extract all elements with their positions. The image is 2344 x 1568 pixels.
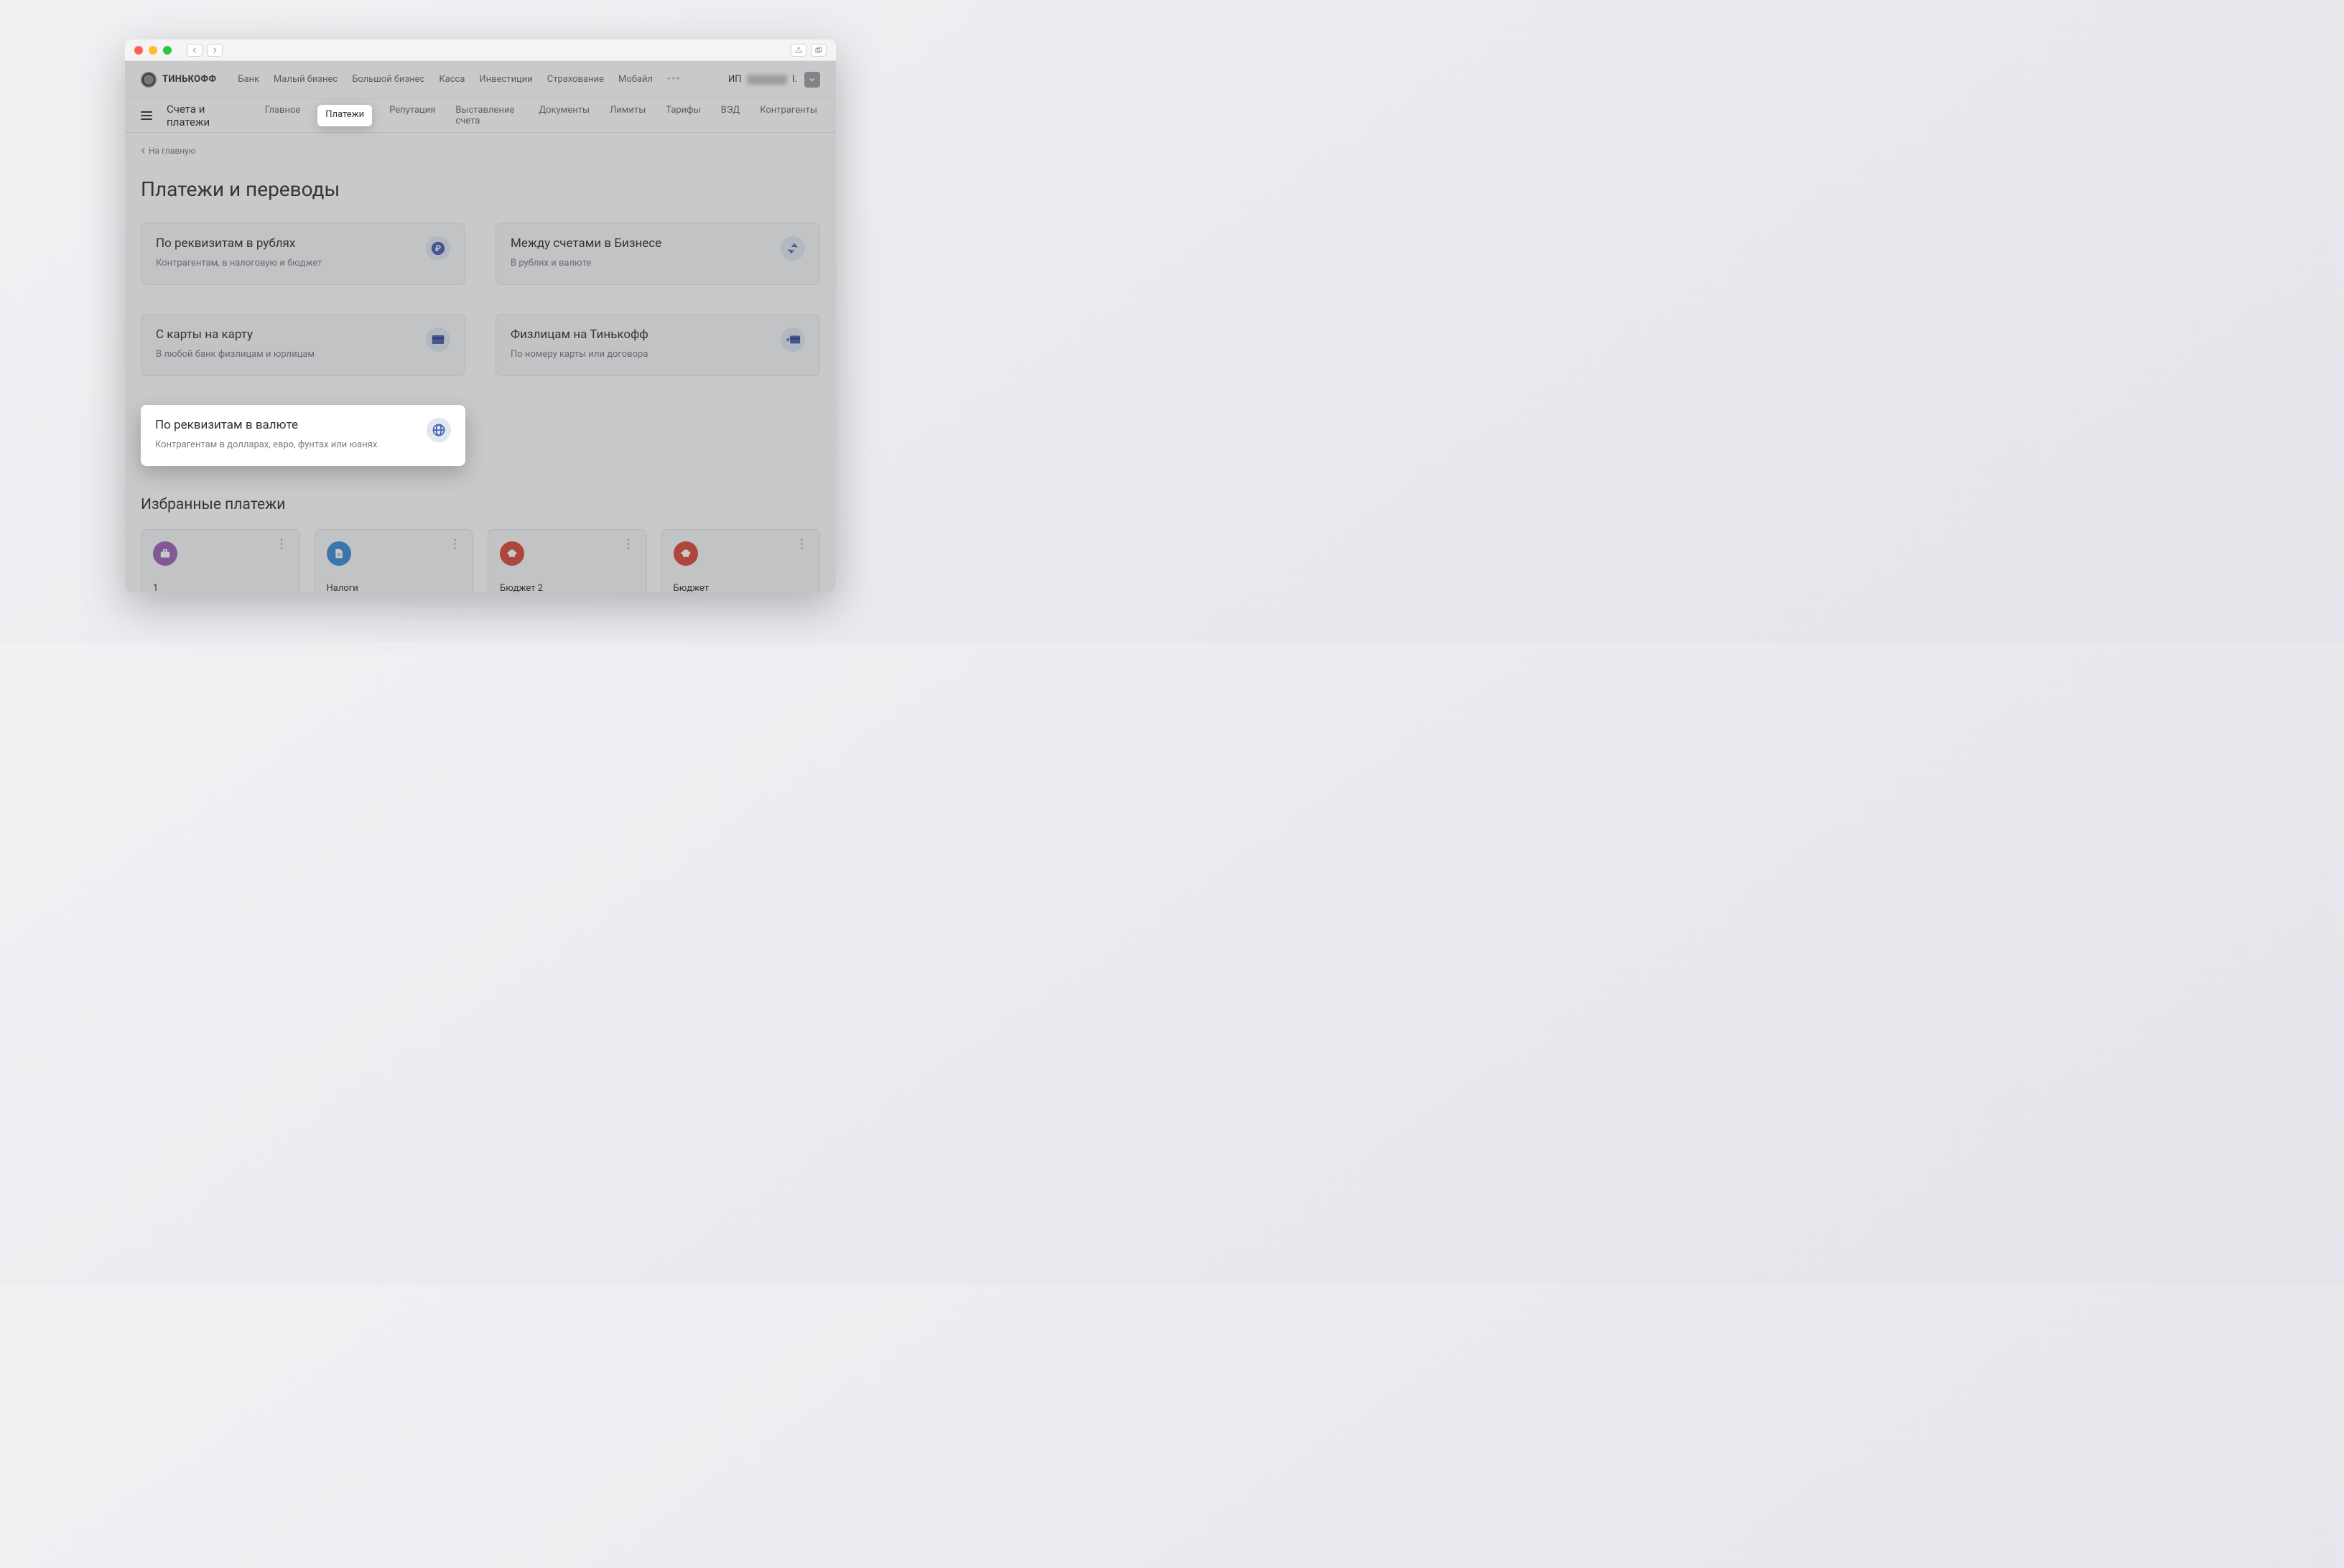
sub-nav-title: Счета и платежи: [167, 103, 248, 129]
top-nav-items: Банк Малый бизнес Большой бизнес Касса И…: [238, 74, 681, 85]
kebab-icon[interactable]: ⋮: [623, 541, 635, 548]
sub-nav: Счета и платежи Главное Платежи Репутаци…: [125, 98, 836, 133]
tile-title: По реквизитам в валюте: [155, 418, 415, 432]
tile-subtitle: В любой банк физлицам и юрлицам: [156, 349, 414, 360]
window-titlebar: [125, 39, 836, 61]
traffic-lights: [134, 46, 172, 55]
top-nav-item[interactable]: Инвестиции: [479, 74, 532, 85]
favorite-card[interactable]: ⋮ Бюджет 2: [488, 529, 647, 592]
top-nav: ТИНЬКОФФ Банк Малый бизнес Большой бизне…: [125, 61, 836, 98]
tab-reputation[interactable]: Репутация: [386, 105, 438, 126]
brand-name: ТИНЬКОФФ: [162, 74, 216, 85]
favorite-label: Бюджет: [674, 583, 809, 592]
sub-nav-items: Главное Платежи Репутация Выставление сч…: [262, 105, 820, 126]
top-nav-item[interactable]: Касса: [439, 74, 465, 85]
tile-subtitle: По номеру карты или договора: [511, 349, 769, 360]
emblem-icon: [500, 541, 524, 566]
back-button[interactable]: [187, 44, 203, 57]
tile-title: Между счетами в Бизнесе: [511, 236, 769, 251]
top-nav-item[interactable]: Малый бизнес: [274, 74, 338, 85]
card-arrow-icon: [781, 327, 805, 352]
tile-title: По реквизитам в рублях: [156, 236, 414, 251]
tab-documents[interactable]: Документы: [536, 105, 592, 126]
ruble-icon: ₽: [426, 236, 450, 261]
tile-subtitle: Контрагентам в долларах, евро, фунтах ил…: [155, 439, 415, 450]
favorite-card[interactable]: ⋮ Налоги: [315, 529, 474, 592]
briefcase-icon: [153, 541, 177, 566]
transfer-icon: [781, 236, 805, 261]
tile-individuals-tinkoff[interactable]: Физлицам на Тинькофф По номеру карты или…: [496, 314, 820, 376]
tile-foreign-currency[interactable]: По реквизитам в валюте Контрагентам в до…: [141, 405, 465, 466]
share-button[interactable]: [791, 44, 806, 57]
forward-button[interactable]: [207, 44, 223, 57]
tab-payments[interactable]: Платежи: [317, 105, 372, 126]
tile-title: С карты на карту: [156, 327, 414, 342]
tile-title: Физлицам на Тинькофф: [511, 327, 769, 342]
user-label: ИП I.: [728, 74, 797, 85]
tab-tariffs[interactable]: Тарифы: [663, 105, 703, 126]
tab-limits[interactable]: Лимиты: [607, 105, 648, 126]
brand-logo-icon: [141, 72, 157, 88]
emblem-icon: [674, 541, 698, 566]
maximize-window-button[interactable]: [163, 46, 172, 55]
favorites-heading: Избранные платежи: [141, 496, 820, 513]
kebab-icon[interactable]: ⋮: [276, 541, 288, 548]
favorites-grid: ⋮ 1 ⋮ Налоги: [141, 529, 820, 592]
top-nav-item[interactable]: Страхование: [547, 74, 604, 85]
document-icon: [327, 541, 351, 566]
more-icon[interactable]: •••: [667, 74, 681, 85]
browser-window: ТИНЬКОФФ Банк Малый бизнес Большой бизне…: [125, 39, 836, 592]
minimize-window-button[interactable]: [149, 46, 157, 55]
tab-ved[interactable]: ВЭД: [718, 105, 743, 126]
history-nav: [187, 44, 223, 57]
titlebar-right: [791, 44, 827, 57]
payment-tiles: По реквизитам в рублях Контрагентам, в н…: [141, 223, 820, 466]
globe-icon: [427, 418, 451, 442]
tile-card-to-card[interactable]: С карты на карту В любой банк физлицам и…: [141, 314, 465, 376]
top-nav-item[interactable]: Банк: [238, 74, 259, 85]
kebab-icon[interactable]: ⋮: [449, 541, 461, 548]
page-title: Платежи и переводы: [141, 177, 820, 201]
hamburger-icon[interactable]: [141, 111, 152, 120]
favorite-label: Налоги: [327, 583, 462, 592]
main-content: На главную Платежи и переводы По реквизи…: [125, 133, 836, 592]
tile-rubles[interactable]: По реквизитам в рублях Контрагентам, в н…: [141, 223, 465, 285]
tab-main[interactable]: Главное: [262, 105, 304, 126]
tab-invoice[interactable]: Выставление счета: [452, 105, 521, 126]
favorite-label: 1: [153, 583, 288, 592]
user-block[interactable]: ИП I.: [728, 72, 820, 88]
favorite-card[interactable]: ⋮ 1: [141, 529, 300, 592]
chevron-left-icon: [141, 147, 146, 154]
app-content: ТИНЬКОФФ Банк Малый бизнес Большой бизне…: [125, 61, 836, 592]
svg-text:₽: ₽: [435, 243, 441, 253]
tile-between-accounts[interactable]: Между счетами в Бизнесе В рублях и валют…: [496, 223, 820, 285]
tab-counterparties[interactable]: Контрагенты: [757, 105, 820, 126]
user-name-blurred: [747, 75, 787, 85]
close-window-button[interactable]: [134, 46, 143, 55]
card-icon: [426, 327, 450, 352]
tile-subtitle: В рублях и валюте: [511, 258, 769, 269]
top-nav-item[interactable]: Большой бизнес: [352, 74, 424, 85]
top-nav-item[interactable]: Мобайл: [618, 74, 653, 85]
breadcrumb[interactable]: На главную: [141, 146, 820, 156]
brand[interactable]: ТИНЬКОФФ: [141, 72, 216, 88]
chevron-down-icon[interactable]: [804, 72, 820, 88]
favorite-card[interactable]: ⋮ Бюджет: [661, 529, 821, 592]
tabs-button[interactable]: [811, 44, 827, 57]
kebab-icon[interactable]: ⋮: [796, 541, 808, 548]
tile-subtitle: Контрагентам, в налоговую и бюджет: [156, 258, 414, 269]
favorite-label: Бюджет 2: [500, 583, 635, 592]
